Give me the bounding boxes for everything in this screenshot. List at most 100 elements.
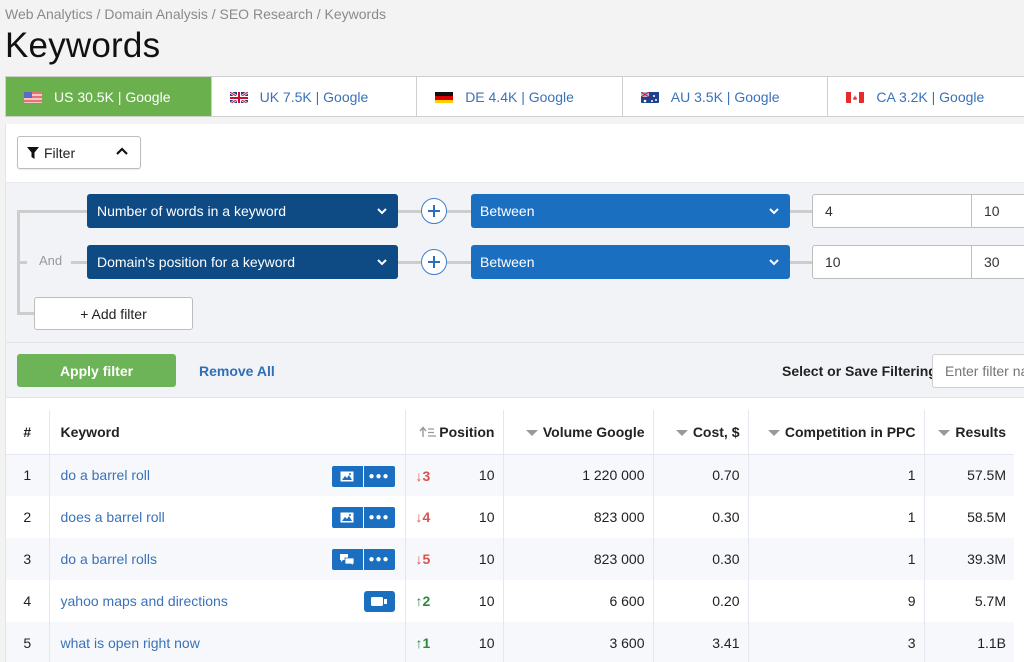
volume-cell: 823 000 — [503, 496, 654, 538]
reviews-icon[interactable] — [331, 549, 363, 570]
add-condition-button[interactable] — [421, 249, 447, 275]
volume-cell: 823 000 — [503, 538, 654, 580]
tab-label: UK 7.5K | Google — [259, 88, 369, 105]
keyword-cell: yahoo maps and directions — [49, 580, 406, 622]
competition-cell: 1 — [748, 454, 925, 496]
results-cell: 1.1B — [924, 622, 1014, 662]
filter-toggle-button[interactable]: Filter — [17, 136, 141, 169]
filter-from-input[interactable]: 4 — [812, 194, 972, 228]
position-value: 10 — [478, 467, 495, 484]
chevron-down-icon — [769, 259, 779, 266]
volume-cell: 6 600 — [503, 580, 654, 622]
and-connector-label: And — [39, 253, 63, 268]
row-connector — [398, 261, 421, 264]
position-cell: ↓3 10 — [405, 454, 504, 496]
tree-connector — [17, 312, 35, 315]
row-connector — [790, 210, 812, 213]
col-header-results[interactable]: Results — [924, 410, 1014, 455]
position-cell: ↓4 10 — [405, 496, 504, 538]
col-header-position-label: Position — [439, 423, 495, 440]
filter-to-input[interactable]: 30 — [971, 245, 1024, 279]
add-condition-button[interactable] — [421, 198, 447, 224]
tab-au[interactable]: AU 3.5K | Google — [622, 77, 829, 116]
tab-us[interactable]: US 30.5K | Google — [6, 77, 212, 116]
filter-toggle-label: Filter — [44, 144, 76, 161]
competition-cell: 1 — [748, 496, 925, 538]
filter-to-input[interactable]: 10 — [971, 194, 1024, 228]
field-select-value: Domain's position for a keyword — [97, 254, 295, 270]
tab-de[interactable]: DE 4.4K | Google — [417, 77, 623, 116]
sort-desc-icon — [525, 430, 538, 437]
sort-desc-icon — [767, 430, 780, 437]
more-icon[interactable]: ●●● — [363, 549, 395, 570]
image-icon[interactable] — [331, 507, 363, 528]
chevron-up-icon — [116, 147, 128, 155]
add-filter-button[interactable]: + Add filter — [34, 297, 193, 330]
serp-features: ●●● — [331, 549, 395, 570]
row-num: 3 — [6, 538, 50, 580]
keyword-cell: do a barrel rolls ●●● — [49, 538, 406, 580]
keyword-cell: what is open right now — [49, 622, 406, 662]
filter-name-input[interactable] — [932, 354, 1024, 388]
competition-cell: 9 — [748, 580, 925, 622]
position-value: 10 — [478, 593, 495, 609]
keyword-link[interactable]: do a barrel rolls — [61, 551, 158, 567]
remove-all-link[interactable]: Remove All — [199, 363, 275, 379]
keyword-link[interactable]: yahoo maps and directions — [61, 593, 228, 609]
chevron-down-icon — [377, 259, 387, 266]
row-num: 5 — [6, 622, 50, 662]
position-change: ↓4 — [415, 509, 431, 525]
serp-features — [363, 591, 395, 612]
position-cell: ↑2 10 — [405, 580, 504, 622]
sort-desc-icon — [675, 430, 688, 437]
filter-operator-select[interactable]: Between — [471, 194, 790, 228]
au-flag-icon — [640, 91, 659, 103]
keyword-link[interactable]: does a barrel roll — [61, 509, 165, 525]
results-cell: 58.5M — [967, 509, 1006, 525]
filter-field-select[interactable]: Number of words in a keyword — [87, 194, 398, 228]
table-row: 5 what is open right now ↑1 10 3 600 3.4… — [6, 622, 1014, 662]
tree-connector — [17, 210, 87, 213]
sort-asc-icon — [419, 426, 437, 437]
col-header-cost-label: Cost, $ — [692, 423, 740, 440]
keywords-table: # Keyword Position Volume Google Cost, $… — [6, 410, 1014, 662]
col-header-volume[interactable]: Volume Google — [503, 410, 654, 455]
operator-select-value: Between — [480, 254, 535, 270]
more-icon[interactable]: ●●● — [363, 465, 395, 487]
col-header-num: # — [6, 410, 50, 455]
col-header-competition-label: Competition in PPC — [784, 423, 916, 440]
results-cell: 57.5M — [924, 454, 1014, 496]
col-header-competition[interactable]: Competition in PPC — [748, 410, 925, 455]
cost-cell: 0.20 — [653, 580, 749, 622]
sort-desc-icon — [938, 430, 951, 437]
tab-uk[interactable]: UK 7.5K | Google — [211, 77, 418, 116]
filter-from-input[interactable]: 10 — [812, 245, 972, 279]
filter-operator-select[interactable]: Between — [471, 245, 790, 279]
filter-field-select[interactable]: Domain's position for a keyword — [87, 245, 398, 279]
col-header-volume-label: Volume Google — [542, 423, 645, 440]
volume-cell: 3 600 — [503, 622, 654, 662]
row-num: 1 — [6, 454, 50, 496]
serp-features: ●●● — [331, 507, 395, 528]
keyword-link[interactable]: what is open right now — [61, 635, 200, 651]
more-icon[interactable]: ●●● — [363, 507, 395, 528]
table-header-row: # Keyword Position Volume Google Cost, $… — [6, 410, 1014, 455]
video-icon[interactable] — [363, 591, 395, 612]
position-change: ↓3 — [415, 467, 431, 484]
row-connector — [447, 210, 471, 213]
results-cell: 5.7M — [974, 593, 1006, 609]
cost-cell: 0.30 — [653, 538, 749, 580]
col-header-results-label: Results — [955, 423, 1006, 440]
competition-cell: 1 — [748, 538, 925, 580]
image-icon[interactable] — [331, 465, 363, 487]
row-num: 4 — [6, 580, 50, 622]
col-header-keyword[interactable]: Keyword — [49, 410, 406, 455]
col-header-position[interactable]: Position — [405, 410, 504, 455]
field-select-value: Number of words in a keyword — [97, 203, 287, 219]
col-header-cost[interactable]: Cost, $ — [653, 410, 749, 455]
position-cell: ↑1 10 — [405, 622, 504, 662]
de-flag-icon — [435, 91, 454, 103]
apply-filter-button[interactable]: Apply filter — [17, 354, 176, 387]
tab-ca[interactable]: CA 3.2K | Google — [828, 77, 1024, 116]
keyword-link[interactable]: do a barrel roll — [61, 467, 151, 483]
